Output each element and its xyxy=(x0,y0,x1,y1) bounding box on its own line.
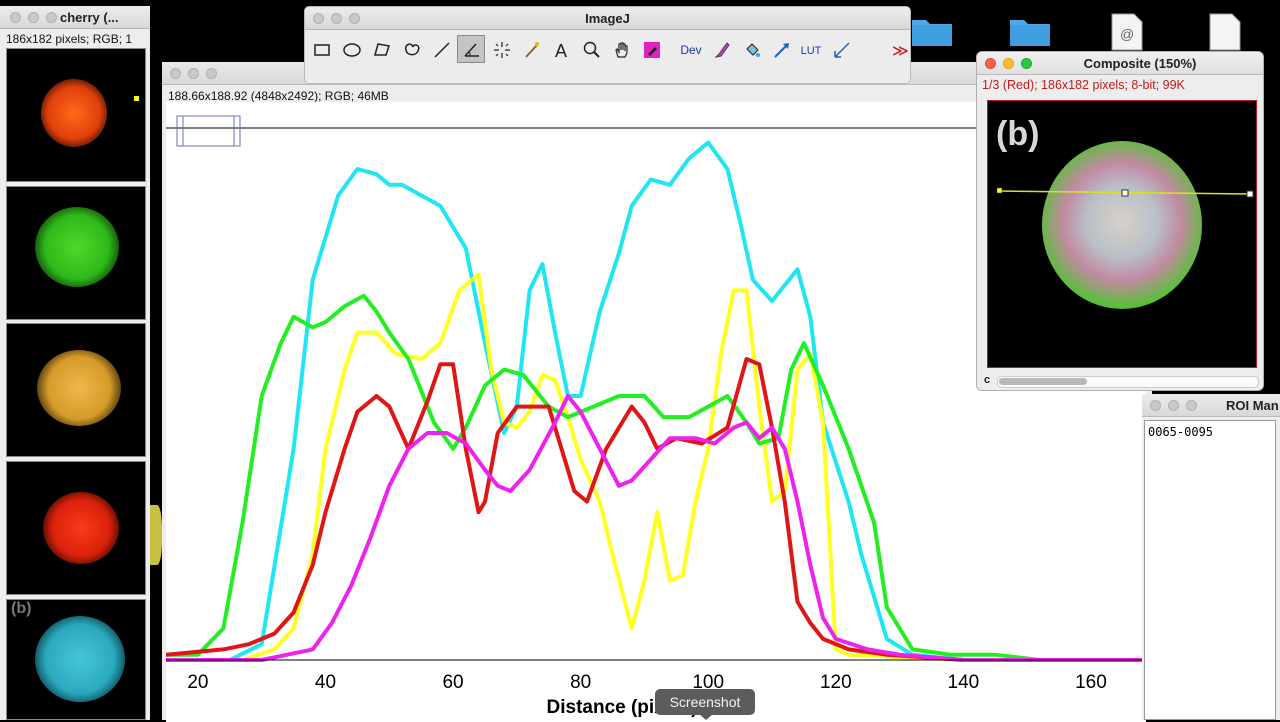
stack-tool[interactable] xyxy=(827,35,855,63)
roi-list-item[interactable]: 0065-0095 xyxy=(1148,425,1272,439)
wand-icon xyxy=(525,42,539,58)
thumb-orange[interactable] xyxy=(6,48,146,182)
folder-icon[interactable] xyxy=(910,12,954,55)
point-tool[interactable] xyxy=(487,35,515,63)
svg-text:≫: ≫ xyxy=(892,41,909,60)
composite-window: Composite (150%) 1/3 (Red); 186x182 pixe… xyxy=(976,51,1264,391)
line-icon xyxy=(434,42,450,58)
oval-icon xyxy=(343,43,361,57)
background-image-fragment xyxy=(150,505,162,565)
mores-icon: ≫ xyxy=(892,41,909,60)
hand-tool[interactable] xyxy=(607,35,635,63)
stack-titlebar[interactable]: cherry (... xyxy=(0,6,150,29)
close-button[interactable] xyxy=(10,12,21,23)
hand-icon xyxy=(615,42,628,58)
minimize-button[interactable] xyxy=(28,12,39,23)
rectangle-icon xyxy=(314,44,330,56)
thumb-gold[interactable] xyxy=(6,323,146,457)
magnifier-tool[interactable] xyxy=(577,35,605,63)
composite-titlebar[interactable]: Composite (150%) xyxy=(977,52,1263,75)
x-tick-label: 60 xyxy=(442,672,463,693)
point-icon xyxy=(494,42,510,58)
x-tick-label: 120 xyxy=(820,672,852,693)
angle-tool[interactable] xyxy=(457,35,485,63)
composite-title: Composite (150%) xyxy=(1083,56,1197,71)
screenshot-tooltip: Screenshot xyxy=(655,689,755,715)
flood-fill-icon xyxy=(746,43,760,57)
freehand-icon xyxy=(404,43,420,56)
text-icon: A xyxy=(555,41,567,60)
composite-info: 1/3 (Red); 186x182 pixels; 8-bit; 99K xyxy=(982,78,1185,92)
polygon-icon xyxy=(374,43,390,56)
dev-tool[interactable]: Dev xyxy=(677,35,705,63)
svg-text:A: A xyxy=(555,41,567,60)
magnifier-icon xyxy=(583,41,600,58)
minimize-button[interactable] xyxy=(188,68,199,79)
slider-thumb[interactable] xyxy=(999,378,1087,385)
line-roi[interactable] xyxy=(988,101,1257,368)
close-button[interactable] xyxy=(1150,400,1161,411)
arrow-icon xyxy=(774,43,789,58)
line-tool[interactable] xyxy=(427,35,455,63)
zoom-button[interactable] xyxy=(1186,400,1197,411)
stack-info: 186x182 pixels; RGB; 1 xyxy=(6,32,133,46)
polygon-tool[interactable] xyxy=(367,35,395,63)
flood-fill-tool[interactable] xyxy=(737,35,765,63)
close-button[interactable] xyxy=(985,58,996,69)
thumb-green[interactable] xyxy=(6,186,146,320)
roi-handle[interactable] xyxy=(134,96,139,101)
imagej-title: ImageJ xyxy=(585,11,630,26)
close-button[interactable] xyxy=(170,68,181,79)
wand-tool[interactable] xyxy=(517,35,545,63)
roi-list[interactable]: 0065-0095 xyxy=(1144,420,1276,720)
lut-tool-label: LUT xyxy=(800,45,822,57)
roi-manager-window: ROI Man 0065-0095 xyxy=(1142,394,1280,720)
composite-image[interactable]: (b) xyxy=(987,100,1257,368)
x-tick-label: 40 xyxy=(315,672,336,693)
thumb-b-label: (b) xyxy=(11,600,32,617)
color-picker-icon xyxy=(644,42,660,58)
tooltip-arrow xyxy=(699,714,713,720)
color-picker-tool[interactable] xyxy=(637,35,665,63)
dev-tool-label: Dev xyxy=(680,43,702,57)
roi-title: ROI Man xyxy=(1226,398,1279,413)
channel-label: c xyxy=(984,374,991,386)
more-tools[interactable]: ≫ xyxy=(885,35,913,63)
zoom-button[interactable] xyxy=(206,68,217,79)
plot-info: 188.66x188.92 (4848x2492); RGB; 46MB xyxy=(168,89,389,103)
stack-window: cherry (... 186x182 pixels; RGB; 1 (b) xyxy=(0,6,150,720)
thumb-red[interactable] xyxy=(6,461,146,595)
freehand-tool[interactable] xyxy=(397,35,425,63)
stack-title: cherry (... xyxy=(60,10,119,25)
text-tool[interactable]: A xyxy=(547,35,575,63)
x-tick-label: 80 xyxy=(570,672,591,693)
rectangle-tool[interactable] xyxy=(307,35,335,63)
x-tick-label: 20 xyxy=(187,672,208,693)
svg-text:@: @ xyxy=(1120,26,1134,42)
minimize-button[interactable] xyxy=(1168,400,1179,411)
roi-titlebar[interactable]: ROI Man xyxy=(1142,394,1280,417)
zoom-button[interactable] xyxy=(46,12,57,23)
imagej-titlebar[interactable]: ImageJ xyxy=(305,7,910,30)
brush-icon xyxy=(714,42,730,58)
arrow-tool[interactable] xyxy=(767,35,795,63)
thumb-cyan[interactable]: (b) xyxy=(6,599,146,720)
stack-icon xyxy=(834,42,850,58)
channel-slider[interactable]: c xyxy=(983,374,1261,388)
brush-tool[interactable] xyxy=(707,35,735,63)
x-tick-label: 140 xyxy=(948,672,980,693)
x-tick-label: 160 xyxy=(1075,672,1107,693)
angle-icon xyxy=(464,43,479,57)
lut-tool[interactable]: LUT xyxy=(797,35,825,63)
imagej-window: ImageJ A Dev LUT ≫ xyxy=(304,6,911,84)
oval-tool[interactable] xyxy=(337,35,365,63)
folder-icon[interactable] xyxy=(1008,12,1052,55)
minimize-button[interactable] xyxy=(1003,58,1014,69)
